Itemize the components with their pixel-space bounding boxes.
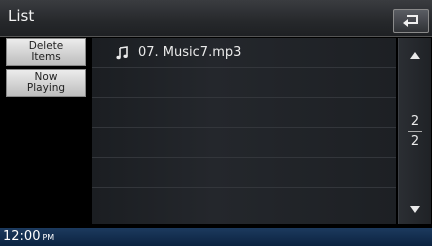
scroll-down-icon[interactable]	[410, 206, 420, 213]
page-total: 2	[410, 134, 420, 149]
list-item[interactable]: 07. Music7.mp3	[92, 38, 396, 68]
scroll-up-icon[interactable]	[410, 52, 420, 59]
back-arrow-icon	[403, 15, 418, 27]
list-row-empty	[92, 158, 396, 188]
page-divider	[408, 131, 422, 132]
clock-ampm: PM	[42, 233, 55, 242]
list-item-label: 07. Music7.mp3	[138, 45, 242, 60]
delete-items-button[interactable]: Delete Items	[6, 38, 86, 66]
title-bar: List	[0, 0, 432, 37]
now-playing-button[interactable]: Now Playing	[6, 69, 86, 97]
scrollbar: 2 2	[398, 38, 431, 224]
page-title: List	[8, 7, 35, 25]
side-menu: Delete Items Now Playing	[6, 38, 86, 228]
clock: 12:00 PM	[3, 229, 54, 244]
list-row-empty	[92, 68, 396, 98]
back-button[interactable]	[393, 9, 429, 33]
status-bar: 12:00 PM	[0, 228, 432, 246]
file-list: 07. Music7.mp3	[92, 38, 396, 224]
page-current: 2	[410, 114, 420, 129]
list-row-empty	[92, 188, 396, 218]
clock-time: 12:00	[3, 229, 41, 244]
list-row-empty	[92, 128, 396, 158]
list-row-empty	[92, 98, 396, 128]
delete-items-label: Delete Items	[28, 40, 64, 63]
now-playing-label: Now Playing	[26, 71, 66, 94]
music-note-icon	[116, 46, 128, 60]
